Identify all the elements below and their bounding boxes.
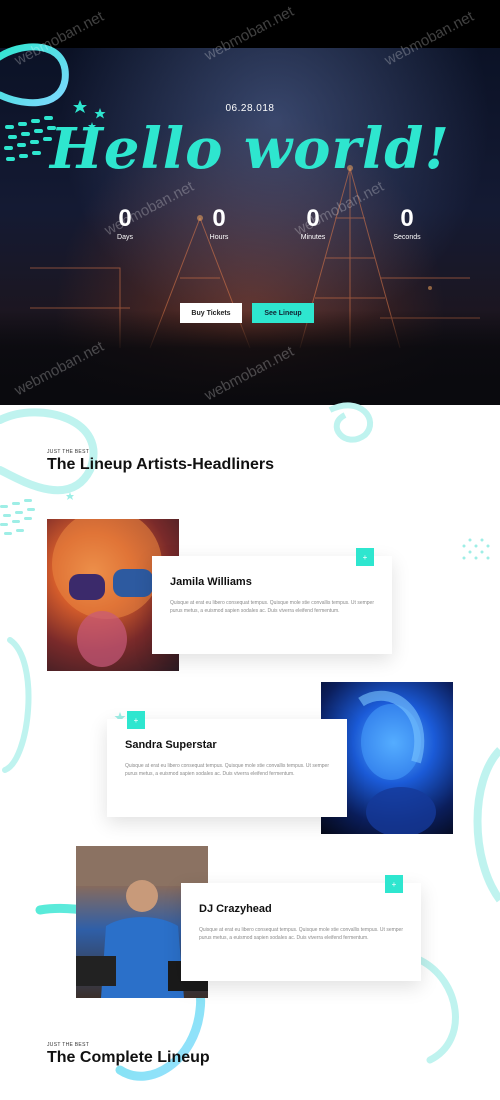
seconds-label: Seconds: [393, 234, 421, 241]
days-label: Days: [117, 234, 133, 241]
event-date: 06.28.018: [225, 103, 275, 114]
buy-tickets-button[interactable]: Buy Tickets: [180, 303, 242, 323]
complete-eyebrow: JUST THE BEST: [47, 1042, 90, 1048]
hero-title: Hello world!: [49, 116, 450, 182]
artist-name: DJ Crazyhead: [199, 903, 272, 915]
seconds-value: 0: [400, 205, 414, 232]
artist-card-sandra[interactable]: Sandra Superstar Quisque at erat eu libe…: [107, 719, 347, 817]
expand-plus-button[interactable]: +: [356, 548, 374, 566]
hours-label: Hours: [209, 234, 229, 241]
artist-description: Quisque at erat eu libero consequat temp…: [170, 600, 374, 614]
countdown-hours: 0 Hours: [189, 205, 249, 242]
countdown-seconds: 0 Seconds: [377, 205, 437, 242]
expand-plus-button[interactable]: +: [385, 875, 403, 893]
artist-description: Quisque at erat eu libero consequat temp…: [125, 763, 329, 777]
artist-name: Sandra Superstar: [125, 739, 217, 751]
expand-plus-button[interactable]: +: [127, 711, 145, 729]
artist-card-jamila[interactable]: Jamila Williams Quisque at erat eu liber…: [152, 556, 392, 654]
artist-card-dj[interactable]: DJ Crazyhead Quisque at erat eu libero c…: [181, 883, 421, 981]
see-lineup-button[interactable]: See Lineup: [252, 303, 314, 323]
complete-lineup-title: The Complete Lineup: [47, 1049, 210, 1066]
hours-value: 0: [212, 205, 226, 232]
artist-description: Quisque at erat eu libero consequat temp…: [199, 927, 403, 941]
artist-name: Jamila Williams: [170, 576, 252, 588]
minutes-label: Minutes: [300, 234, 326, 241]
lineup-eyebrow: JUST THE BEST: [47, 449, 90, 455]
lineup-title: The Lineup Artists-Headliners: [47, 456, 274, 473]
